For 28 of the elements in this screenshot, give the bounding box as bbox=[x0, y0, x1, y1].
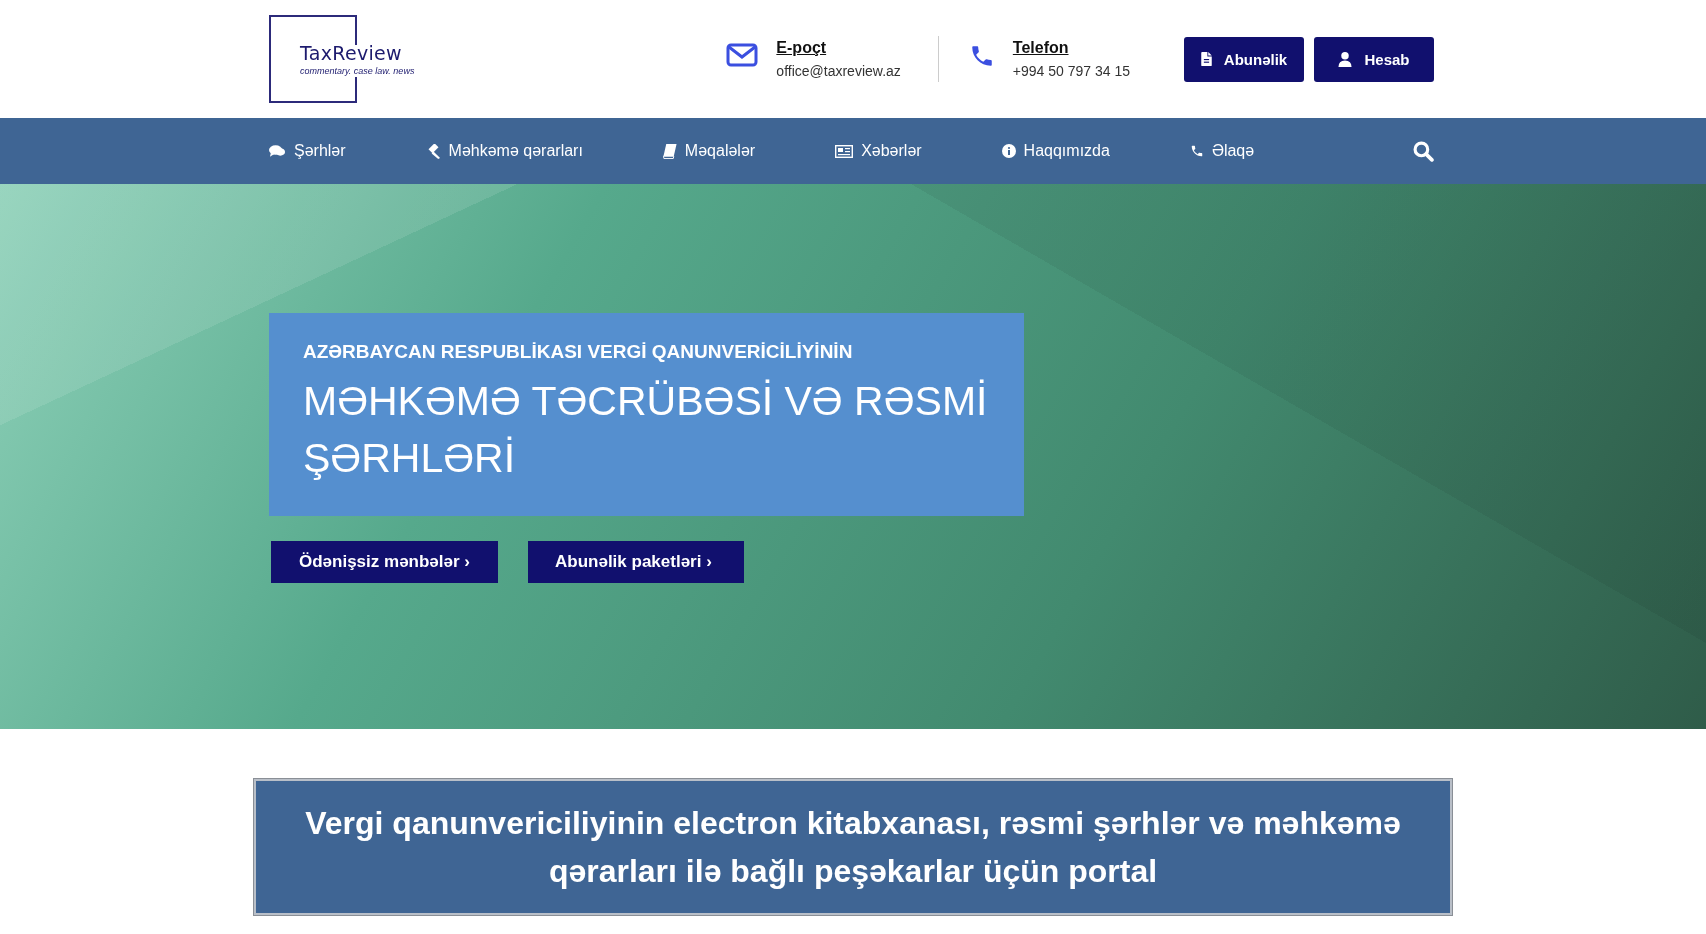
hero-button[interactable]: Ödənişsiz mənbələr › bbox=[271, 541, 498, 583]
info-icon bbox=[1001, 144, 1016, 158]
book-icon bbox=[662, 143, 677, 159]
search-icon[interactable] bbox=[1413, 140, 1434, 162]
header-button[interactable]: Abunəlik bbox=[1184, 36, 1304, 82]
nav-link[interactable]: Məqalələr bbox=[662, 142, 756, 160]
nav-link[interactable]: Şərhlər bbox=[269, 142, 346, 160]
logo-tagline: commentary. case law. news bbox=[300, 65, 415, 77]
nav-link[interactable]: Əlaqə bbox=[1189, 142, 1255, 160]
contact-value: office@taxreview.az bbox=[776, 63, 901, 79]
hero-subtitle: AZƏRBAYCAN RESPUBLİKASI VERGİ QANUNVERİCİLİYİNİN bbox=[303, 341, 854, 363]
hero-button[interactable]: Abunəlik paketləri › bbox=[528, 541, 744, 583]
contact-value: +994 50 797 34 15 bbox=[1012, 63, 1130, 79]
newspaper-icon bbox=[835, 144, 854, 158]
tagline-text: Vergi qanunvericiliyinin electron kitabxanası, rəsmi şərhlər və məhkəmə qərarları ilə bağlı peşəkarlar üçün portal bbox=[304, 804, 1402, 891]
contact-link[interactable]: E-poçt bbox=[776, 39, 901, 57]
nav-link[interactable]: Məhkəmə qərarları bbox=[425, 142, 583, 160]
phone-icon bbox=[1189, 144, 1204, 158]
nav-link[interactable]: Xəbərlər bbox=[835, 142, 922, 160]
speech-bubbles-icon bbox=[269, 144, 286, 158]
hero-title: MƏHKƏMƏ TƏCRÜBƏSİ VƏ RƏSMİ ŞƏRHLƏRİ bbox=[303, 377, 989, 483]
document-icon bbox=[1200, 52, 1212, 66]
user-icon bbox=[1338, 51, 1353, 67]
contact-link[interactable]: Telefon bbox=[1012, 39, 1130, 57]
header-button[interactable]: Hesab bbox=[1314, 36, 1434, 82]
nav-link[interactable]: Haqqımızda bbox=[1001, 142, 1110, 160]
logo-name: TaxReview bbox=[300, 41, 402, 65]
envelope-icon bbox=[726, 43, 759, 67]
